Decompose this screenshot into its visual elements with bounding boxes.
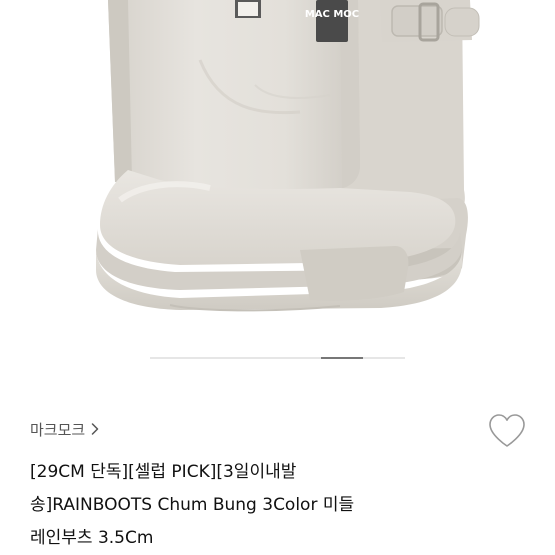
carousel-indicator-thumb (321, 357, 363, 359)
brand-link[interactable]: 마크모크 (30, 414, 99, 444)
heart-outline-icon (489, 414, 525, 447)
product-title: [29CM 단독][셀럽 PICK][3일이내발 송]RAINBOOTS Chu… (30, 456, 540, 555)
chevron-right-icon (91, 423, 99, 435)
product-title-line: [29CM 단독][셀럽 PICK][3일이내발 (30, 462, 297, 482)
product-title-line: 송]RAINBOOTS Chum Bung 3Color 미들 (30, 495, 355, 515)
brand-label (235, 0, 261, 18)
product-image[interactable]: MAC MOC (0, 0, 555, 345)
svg-text:MAC MOC: MAC MOC (305, 9, 359, 20)
brand-name: 마크모크 (30, 420, 86, 439)
product-title-line: 레인부츠 3.5Cm (30, 528, 154, 548)
wishlist-button[interactable] (487, 412, 527, 450)
carousel-indicator (150, 357, 405, 359)
